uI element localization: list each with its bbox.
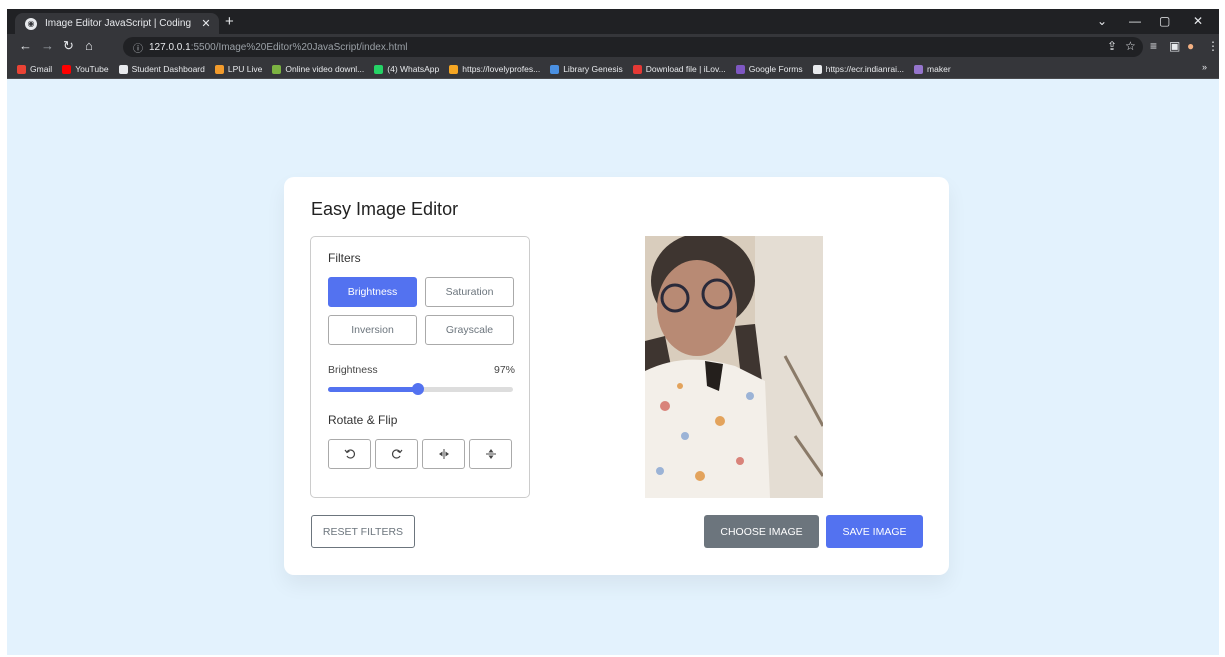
bookmark-favicon-icon: [118, 64, 128, 74]
bookmark-favicon-icon: [374, 64, 384, 74]
bookmark-favicon-icon: [17, 64, 26, 74]
rotate-heading: Rotate & Flip: [328, 413, 398, 427]
editor-card: Easy Image Editor Filters Brightness Sat…: [284, 177, 949, 575]
bookmark-label: https://ecr.indianrai...: [825, 64, 905, 74]
reset-filters-button[interactable]: RESET FILTERS: [311, 515, 415, 548]
flip-horizontal-button[interactable]: [422, 439, 465, 469]
bookmark-label: https://lovelyprofes...: [462, 64, 541, 74]
bookmark-label: Google Forms: [748, 64, 803, 74]
home-icon[interactable]: ⌂: [85, 38, 93, 53]
url-host: 127.0.0.1: [149, 41, 191, 53]
close-tab-icon[interactable]: ✕: [199, 17, 213, 30]
bookmark-item[interactable]: LPU Live: [214, 64, 263, 74]
info-icon[interactable]: ⓘ: [133, 40, 143, 55]
page-title: Easy Image Editor: [311, 199, 459, 219]
rotate-right-icon: [391, 449, 402, 459]
bookmark-item[interactable]: (4) WhatsApp: [374, 64, 439, 74]
reload-icon[interactable]: ↻: [63, 38, 74, 54]
bookmark-label: Gmail: [30, 64, 53, 74]
photo-preview: [645, 236, 823, 498]
bookmark-favicon-icon: [214, 64, 224, 74]
bookmark-favicon-icon: [550, 64, 560, 74]
page-viewport: Easy Image Editor Filters Brightness Sat…: [7, 79, 1219, 655]
bookmark-favicon-icon: [914, 64, 924, 74]
bookmark-item[interactable]: Google Forms: [735, 64, 803, 74]
filter-brightness-button[interactable]: Brightness: [328, 277, 417, 307]
globe-icon: ◉: [25, 17, 37, 30]
bookmark-label: (4) WhatsApp: [387, 64, 440, 74]
bookmark-item[interactable]: Library Genesis: [550, 64, 623, 74]
flip-horizontal-icon: [438, 449, 449, 459]
browser-window: ◉ Image Editor JavaScript | Coding ✕ + ⌄…: [7, 9, 1219, 655]
image-preview: [645, 236, 823, 498]
bookmark-favicon-icon: [632, 64, 642, 74]
rotate-left-icon: [344, 449, 355, 459]
address-bar[interactable]: ⓘ 127.0.0.1:5500/Image%20Editor%20JavaSc…: [123, 37, 1143, 57]
brightness-slider[interactable]: [328, 383, 513, 395]
screenshot-frame: ◉ Image Editor JavaScript | Coding ✕ + ⌄…: [0, 0, 1225, 657]
close-window-icon[interactable]: ✕: [1193, 14, 1203, 28]
back-icon[interactable]: ←: [19, 38, 32, 53]
menu-icon[interactable]: ⋮: [1207, 39, 1219, 53]
slider-thumb[interactable]: [411, 383, 424, 395]
bookmark-favicon-icon: [62, 64, 72, 74]
slider-fill: [328, 387, 418, 392]
slider-value: 97%: [493, 364, 515, 376]
more-bookmarks-icon[interactable]: »: [1202, 62, 1207, 72]
bookmark-favicon-icon: [812, 64, 822, 74]
bookmark-favicon-icon: [735, 64, 745, 74]
save-image-button[interactable]: SAVE IMAGE: [826, 515, 923, 548]
filters-heading: Filters: [328, 251, 361, 265]
browser-tab[interactable]: ◉ Image Editor JavaScript | Coding ✕: [15, 13, 219, 34]
flip-vertical-button[interactable]: [469, 439, 512, 469]
filter-inversion-button[interactable]: Inversion: [328, 315, 417, 345]
flip-vertical-icon: [485, 449, 496, 459]
forward-icon[interactable]: →: [41, 38, 54, 53]
share-icon[interactable]: ⇪: [1107, 39, 1117, 53]
bookmark-label: Online video downl...: [285, 64, 365, 74]
slider-name: Brightness: [328, 364, 378, 376]
bookmark-favicon-icon: [272, 64, 282, 74]
bookmark-item[interactable]: Download file | iLov...: [632, 64, 726, 74]
rotate-left-button[interactable]: [328, 439, 371, 469]
bookmark-label: LPU Live: [227, 64, 263, 74]
reading-list-icon[interactable]: ≡: [1150, 39, 1157, 53]
bookmark-label: YouTube: [75, 64, 109, 74]
bookmark-item[interactable]: https://ecr.indianrai...: [812, 64, 905, 74]
bookmark-label: maker: [927, 64, 951, 74]
bookmark-item[interactable]: YouTube: [62, 64, 109, 74]
tab-strip: ◉ Image Editor JavaScript | Coding ✕ + ⌄…: [7, 9, 1219, 34]
tab-search-icon[interactable]: ⌄: [1097, 14, 1107, 28]
url-path: :5500/Image%20Editor%20JavaScript/index.…: [190, 41, 408, 53]
avatar[interactable]: ●: [1187, 39, 1194, 53]
bookmarks-bar: Gmail YouTube Student Dashboard LPU Live Onl…: [7, 60, 1219, 79]
bookmark-favicon-icon: [449, 64, 459, 74]
minimize-icon[interactable]: —: [1129, 14, 1141, 28]
slider-info: Brightness 97%: [328, 364, 515, 376]
filter-saturation-button[interactable]: Saturation: [425, 277, 514, 307]
tab-title: Image Editor JavaScript | Coding: [45, 18, 192, 29]
editor-panel: Filters Brightness Saturation Inversion …: [310, 236, 530, 498]
filter-grayscale-button[interactable]: Grayscale: [425, 315, 514, 345]
restore-icon[interactable]: ▢: [1159, 14, 1170, 28]
rotate-right-button[interactable]: [375, 439, 418, 469]
bookmark-label: Download file | iLov...: [645, 64, 726, 74]
bookmark-item[interactable]: Gmail: [17, 64, 52, 74]
bookmark-label: Library Genesis: [563, 64, 623, 74]
star-icon[interactable]: ☆: [1125, 39, 1136, 53]
side-panel-icon[interactable]: ▣: [1169, 39, 1180, 53]
new-tab-icon[interactable]: +: [225, 13, 234, 30]
choose-image-button[interactable]: CHOOSE IMAGE: [704, 515, 819, 548]
bookmark-item[interactable]: https://lovelyprofes...: [449, 64, 540, 74]
bookmark-label: Student Dashboard: [131, 64, 205, 74]
bookmark-item[interactable]: Student Dashboard: [118, 64, 205, 74]
browser-toolbar: ← → ↻ ⌂ ⓘ 127.0.0.1:5500/Image%20Editor%…: [7, 34, 1219, 60]
bookmark-item[interactable]: maker: [914, 64, 951, 74]
bookmark-item[interactable]: Online video downl...: [272, 64, 364, 74]
